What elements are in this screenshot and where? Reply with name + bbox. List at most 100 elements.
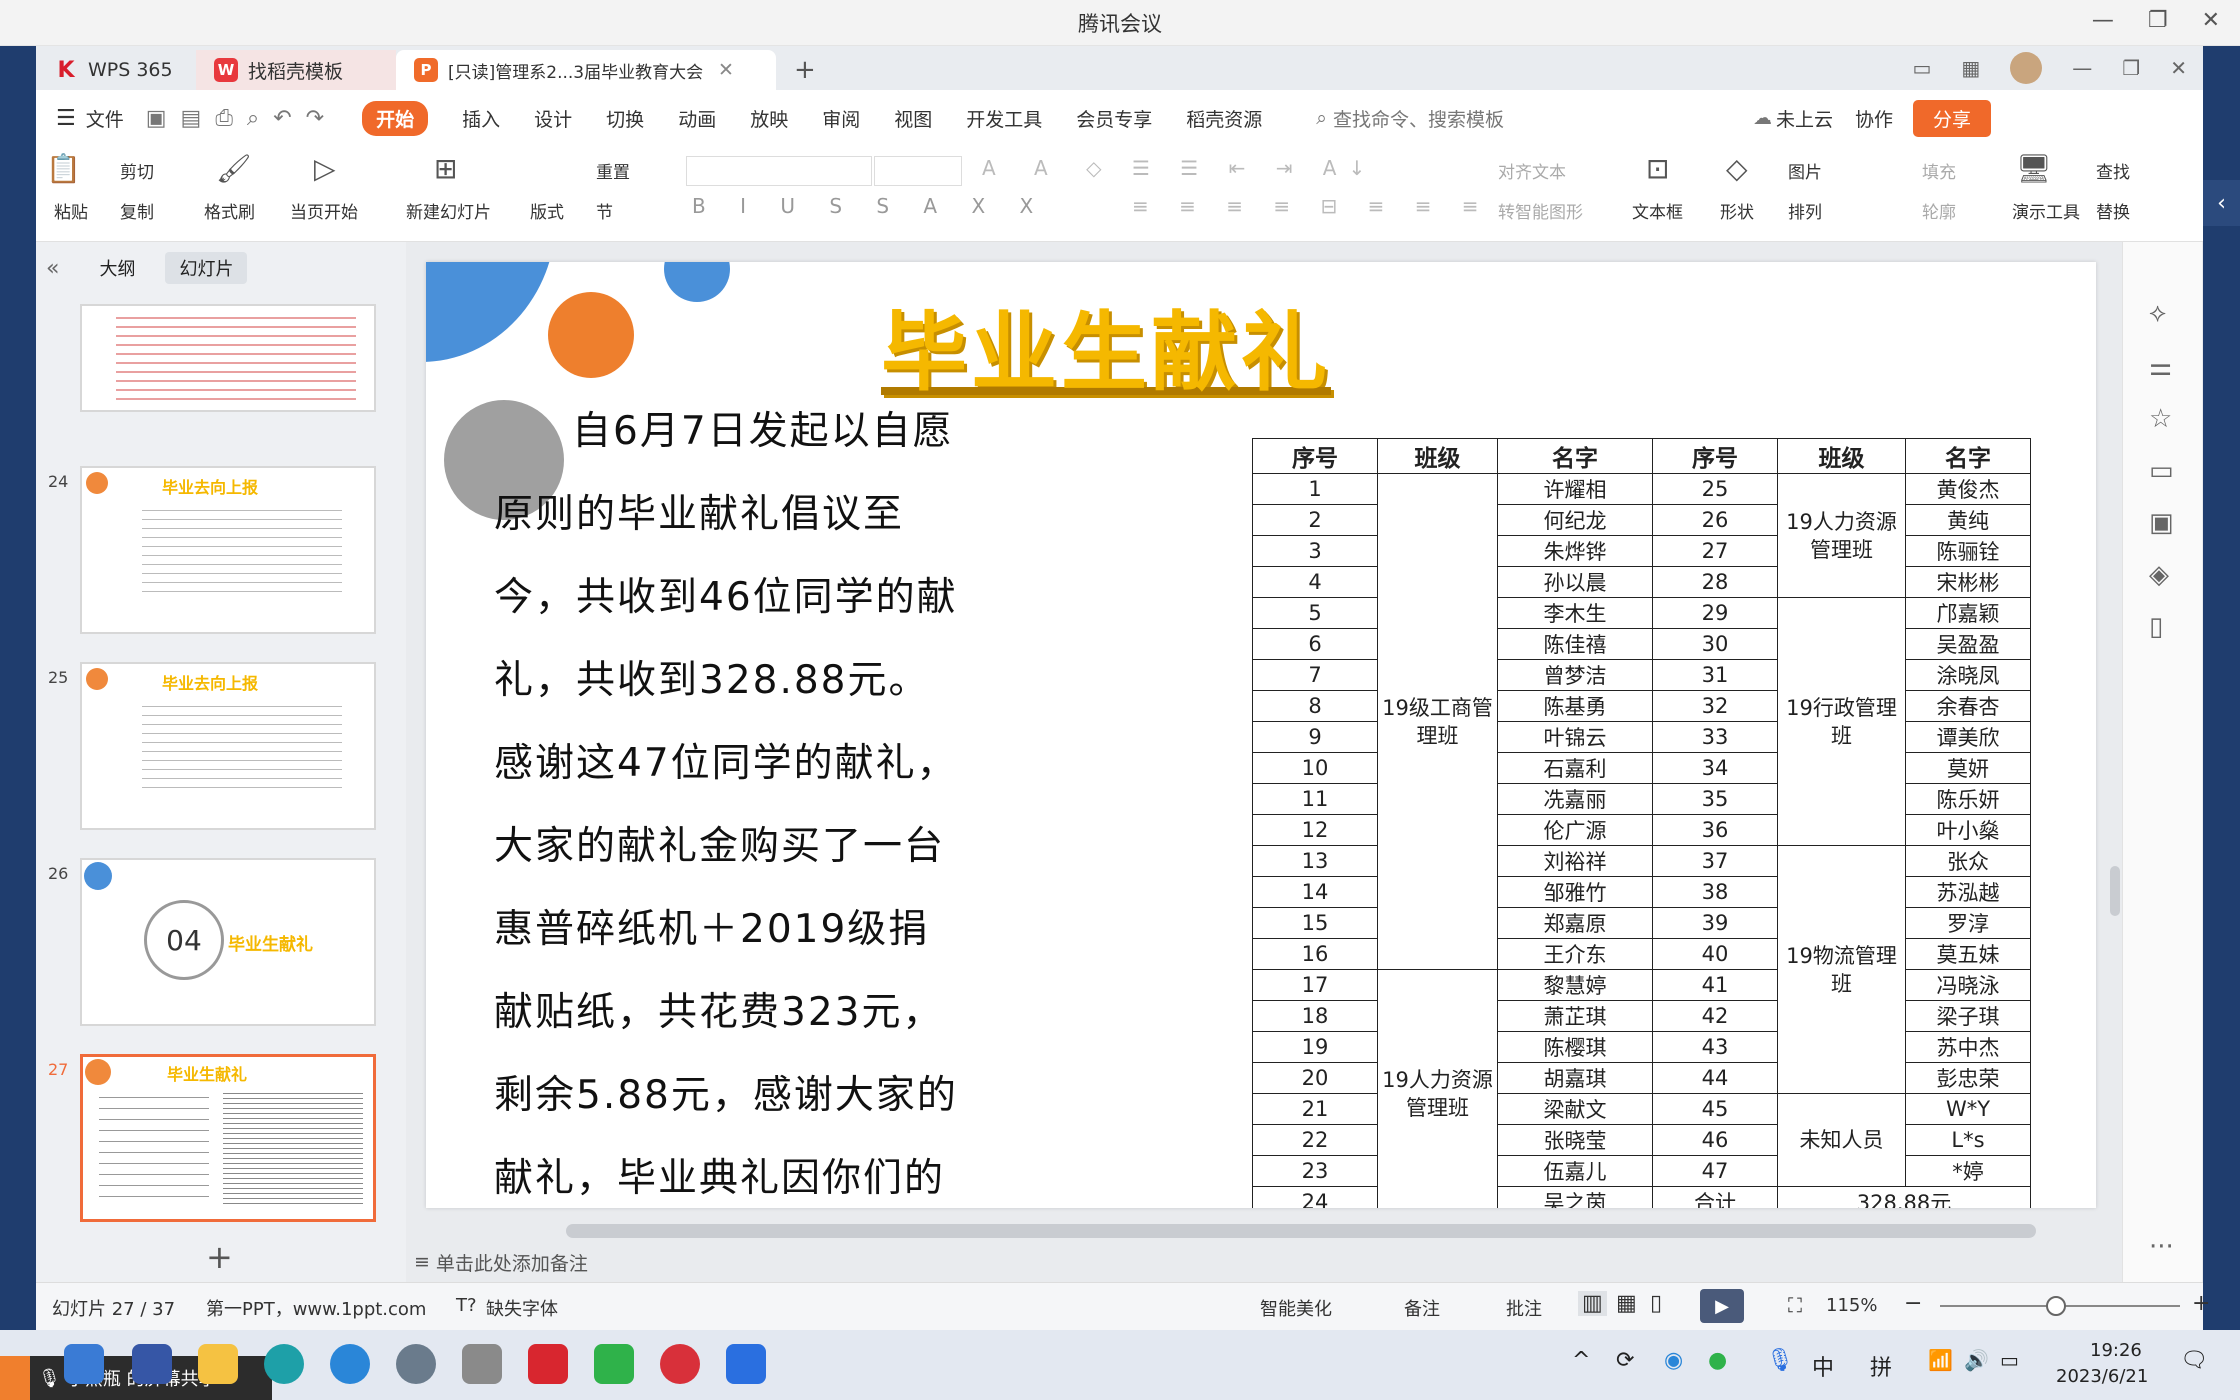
cut-button[interactable]: 剪切	[120, 158, 154, 183]
font-size-select[interactable]	[874, 156, 962, 186]
list-icons[interactable]: ☰ ☰ ⇤ ⇥ A↓	[1132, 156, 1377, 180]
zoom-slider[interactable]	[1940, 1296, 2180, 1316]
volume-icon[interactable]: 🔊	[1964, 1348, 1989, 1372]
beautify-button[interactable]: 智能美化	[1260, 1295, 1332, 1321]
tab-slides[interactable]: 幻灯片	[165, 252, 248, 284]
replace-button[interactable]: 替换	[2096, 198, 2130, 223]
slide-thumbnail-23[interactable]	[80, 304, 376, 412]
restore-icon[interactable]: ❐	[2148, 8, 2168, 33]
picture-button[interactable]: 图片	[1788, 158, 1822, 183]
normal-view-icon[interactable]: ▥	[1578, 1291, 1607, 1316]
design-icon[interactable]: ◈	[2149, 560, 2169, 590]
clock-time[interactable]: 19:26	[2090, 1340, 2142, 1361]
from-current-button[interactable]: 当页开始	[290, 198, 358, 223]
zoom-out-icon[interactable]: −	[1904, 1291, 1922, 1316]
menu-home[interactable]: 开始	[362, 100, 429, 136]
menu-transition[interactable]: 切换	[606, 105, 644, 132]
present-tools-button[interactable]: 演示工具	[2012, 198, 2080, 223]
layout-button[interactable]: 版式	[530, 198, 564, 223]
app-icon[interactable]	[132, 1344, 172, 1384]
wechat-tray-icon[interactable]: ●	[1708, 1348, 1727, 1373]
menu-review[interactable]: 审阅	[822, 105, 860, 132]
apps-grid-icon[interactable]: ▦	[1961, 56, 1980, 80]
paste-icon[interactable]: 📋	[46, 152, 81, 185]
notification-icon[interactable]: 🗨	[2180, 1348, 2208, 1373]
textbox-button[interactable]: 文本框	[1632, 198, 1683, 223]
new-slide-icon[interactable]: ⊞	[434, 152, 457, 185]
smart-shape-button[interactable]: 转智能图形	[1498, 198, 1583, 223]
notes-button[interactable]: 备注	[1404, 1295, 1440, 1321]
shape-icon[interactable]: ◇	[1726, 152, 1748, 185]
tray-expand-icon[interactable]: ^	[1572, 1348, 1590, 1373]
new-tab-button[interactable]: +	[776, 50, 834, 90]
collapse-panel-icon[interactable]: «	[46, 256, 59, 281]
netease-music-icon[interactable]	[660, 1344, 700, 1384]
app-icon[interactable]	[462, 1344, 502, 1384]
notes-bar[interactable]: ≡ 单击此处添加备注	[406, 1242, 2122, 1282]
section-button[interactable]: 节	[596, 198, 613, 223]
zoom-slider-handle[interactable]	[2046, 1296, 2066, 1316]
menu-view[interactable]: 视图	[894, 105, 932, 132]
tab-wps365[interactable]: K WPS 365	[36, 50, 196, 90]
close-icon[interactable]: ✕	[2170, 56, 2187, 80]
wps-icon[interactable]	[528, 1344, 568, 1384]
wechat-icon[interactable]	[594, 1344, 634, 1384]
animation-icon[interactable]: ⟡	[2149, 298, 2166, 329]
restore-icon[interactable]: ❐	[2122, 56, 2140, 80]
fill-button[interactable]: 填充	[1922, 158, 1956, 183]
start-icon[interactable]	[64, 1344, 104, 1384]
clock-date[interactable]: 2023/6/21	[2056, 1366, 2148, 1387]
horizontal-scrollbar[interactable]	[566, 1224, 2036, 1238]
star-icon[interactable]: ☆	[2149, 404, 2172, 434]
more-icon[interactable]: ···	[2149, 1232, 2174, 1262]
cloud-status[interactable]: 未上云	[1776, 105, 1833, 132]
textbox-icon[interactable]: ⊡	[1646, 152, 1669, 185]
font-name-select[interactable]	[686, 156, 872, 186]
reading-view-icon[interactable]: ▯	[1650, 1291, 1662, 1316]
tab-close-icon[interactable]: ✕	[718, 59, 734, 81]
zoom-in-icon[interactable]: +	[2192, 1291, 2210, 1316]
reset-button[interactable]: 重置	[596, 158, 630, 183]
image-tools-icon[interactable]: ▣	[2149, 508, 2174, 538]
tab-current-document[interactable]: P [只读]管理系2...3届毕业教育大会 ✕	[396, 50, 776, 90]
menu-daoke[interactable]: 稻壳资源	[1186, 105, 1262, 132]
align-text-button[interactable]: 对齐文本	[1498, 158, 1566, 183]
fit-icon[interactable]: ⛶	[1788, 1293, 1802, 1317]
close-icon[interactable]: ✕	[2202, 8, 2220, 33]
menu-insert[interactable]: 插入	[462, 105, 500, 132]
outline-button[interactable]: 轮廓	[1922, 198, 1956, 223]
collapse-icon[interactable]: ‹	[2203, 180, 2240, 226]
alignment-icons[interactable]: ≡ ≡ ≡ ≡ ⊟ ≡ ≡ ≡	[1132, 194, 1491, 218]
menu-design[interactable]: 设计	[534, 105, 572, 132]
comment-button[interactable]: 批注	[1506, 1295, 1542, 1321]
slide-thumbnail-26[interactable]: 04 毕业生献礼	[80, 858, 376, 1026]
missing-font-button[interactable]: 缺失字体	[486, 1295, 558, 1321]
menu-animation[interactable]: 动画	[678, 105, 716, 132]
minimize-icon[interactable]: —	[2072, 56, 2092, 80]
scroll-thumb[interactable]	[2110, 866, 2120, 916]
share-button[interactable]: 分享	[1912, 99, 1991, 137]
play-slideshow-icon[interactable]: ▶	[1700, 1289, 1744, 1323]
copy-button[interactable]: 复制	[120, 198, 154, 223]
menu-slideshow[interactable]: 放映	[750, 105, 788, 132]
play-icon[interactable]: ▷	[314, 152, 336, 185]
command-search-input[interactable]: 查找命令、搜索模板	[1333, 105, 1753, 132]
slide-thumbnail-27[interactable]: 毕业生献礼	[80, 1054, 376, 1222]
avatar[interactable]	[2010, 52, 2043, 84]
slide-thumbnail-24[interactable]: 毕业去向上报	[80, 466, 376, 634]
new-slide-button[interactable]: 新建幻灯片	[406, 198, 491, 223]
book-icon[interactable]: ▯	[2149, 612, 2163, 642]
sorter-view-icon[interactable]: ▦	[1616, 1291, 1637, 1316]
paste-button[interactable]: 粘贴	[54, 198, 88, 223]
slider-icon[interactable]: ⚌	[2149, 352, 2172, 382]
format-painter-icon[interactable]: 🖌	[216, 152, 252, 185]
edge-icon[interactable]	[264, 1344, 304, 1384]
collab-button[interactable]: 协作	[1855, 105, 1893, 132]
tab-daoke-template[interactable]: W 找稻壳模板	[196, 50, 396, 90]
menu-file[interactable]: 文件	[86, 105, 124, 132]
slide-thumbnail-25[interactable]: 毕业去向上报	[80, 662, 376, 830]
ie-icon[interactable]	[330, 1344, 370, 1384]
tencent-meeting-icon[interactable]	[726, 1344, 766, 1384]
zoom-level[interactable]: 115%	[1826, 1295, 1877, 1316]
text-format-icons[interactable]: B I U S S A X X	[692, 194, 1047, 218]
